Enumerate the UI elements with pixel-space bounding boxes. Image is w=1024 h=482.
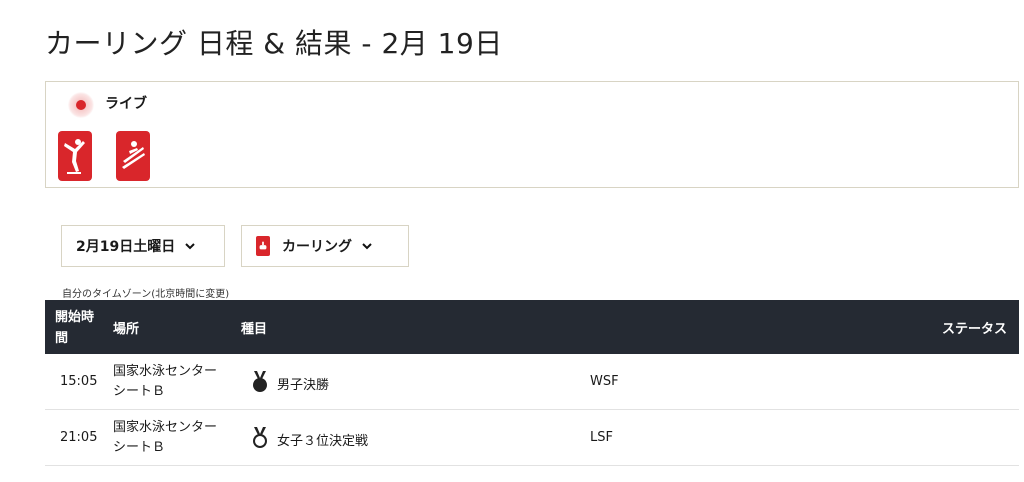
chevron-down-icon	[362, 243, 372, 250]
chevron-down-icon	[185, 243, 195, 250]
row-venue: 国家水泳センター シートＢ	[113, 420, 218, 455]
row-time: 15:05	[60, 374, 98, 389]
row-event: 女子３位決定戦	[277, 434, 369, 449]
gold-medal-icon	[253, 371, 267, 392]
table-row[interactable]: 15:05 国家水泳センター シートＢ 男子決勝 WSF	[45, 354, 1019, 410]
timezone-link[interactable]: 自分のタイムゾーン(北京時間に変更)	[62, 285, 229, 300]
sport-dropdown[interactable]: カーリング	[241, 225, 409, 267]
live-indicator-icon	[68, 92, 94, 118]
row-event: 男子決勝	[277, 378, 330, 393]
page-title: カーリング 日程 & 結果 - 2月 19日	[45, 27, 503, 60]
figure-skating-icon[interactable]	[58, 131, 92, 181]
column-header-time: 開始時間	[55, 310, 95, 346]
live-panel: ライブ	[45, 81, 1019, 188]
column-header-event: 種目	[241, 322, 268, 337]
schedule-table: 開始時間 場所 種目 ステータス 15:05 国家水泳センター シートＢ 男子決…	[45, 300, 1019, 466]
row-time: 21:05	[60, 430, 98, 445]
table-header: 開始時間 場所 種目 ステータス	[45, 300, 1019, 354]
date-dropdown-label: 2月19日土曜日	[76, 239, 176, 255]
date-dropdown[interactable]: 2月19日土曜日	[61, 225, 225, 267]
row-venue: 国家水泳センター シートＢ	[113, 364, 218, 399]
bronze-medal-icon	[253, 427, 267, 448]
live-label: ライブ	[105, 96, 147, 112]
sport-dropdown-label: カーリング	[282, 239, 352, 255]
curling-icon	[256, 236, 270, 256]
column-header-venue: 場所	[113, 322, 140, 337]
table-row[interactable]: 21:05 国家水泳センター シートＢ 女子３位決定戦 LSF	[45, 410, 1019, 466]
ski-jumping-icon[interactable]	[116, 131, 150, 181]
column-header-status: ステータス	[941, 322, 1007, 337]
row-code: WSF	[590, 374, 619, 389]
row-code: LSF	[590, 430, 613, 445]
